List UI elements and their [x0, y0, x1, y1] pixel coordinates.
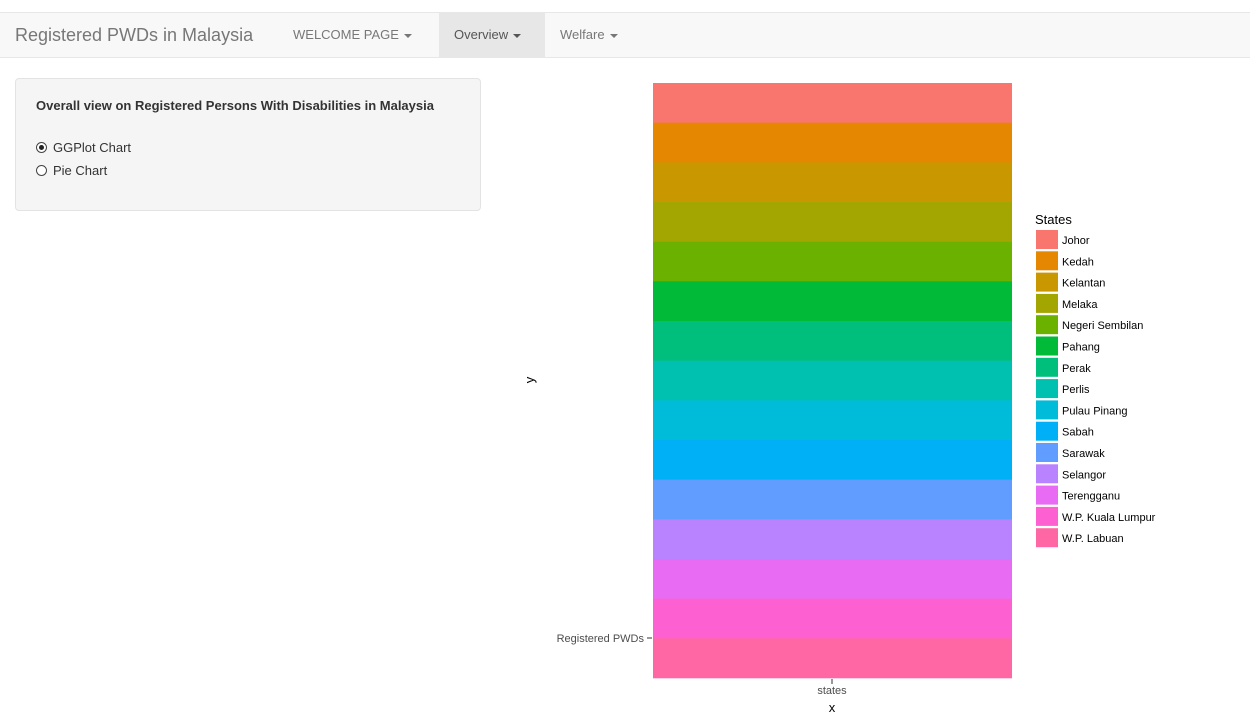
- legend-label-8: Pulau Pinang: [1062, 405, 1127, 417]
- bar-segment-9: [653, 440, 1012, 480]
- x-axis-title: x: [829, 700, 836, 714]
- bar-segment-5: [653, 281, 1012, 322]
- bar-segment-10: [653, 479, 1012, 520]
- legend-key-9: [1036, 421, 1058, 441]
- legend-label-4: Negeri Sembilan: [1062, 320, 1143, 332]
- legend-key-2: [1036, 272, 1058, 292]
- legend-key-5: [1036, 336, 1058, 356]
- legend-key-12: [1036, 485, 1058, 505]
- legend-label-10: Sarawak: [1062, 448, 1105, 460]
- chart-bars: [653, 83, 1012, 679]
- legend-key-0: [1036, 230, 1058, 249]
- bar-segment-4: [653, 241, 1012, 282]
- legend-label-5: Pahang: [1062, 342, 1100, 354]
- bar-segment-7: [653, 360, 1012, 401]
- legend-key-7: [1036, 379, 1058, 399]
- stacked-bar-chart: Registered PWDs states x y States Johor K…: [522, 83, 1156, 714]
- y-axis-title: y: [522, 376, 537, 383]
- legend-key-6: [1036, 357, 1058, 377]
- bar-segment-2: [653, 162, 1012, 203]
- x-tick-label: states: [817, 685, 847, 697]
- legend-key-11: [1036, 464, 1058, 484]
- legend-label-14: W.P. Labuan: [1062, 533, 1124, 545]
- legend-label-2: Kelantan: [1062, 278, 1105, 290]
- legend-key-10: [1036, 443, 1058, 462]
- bar-segment-12: [653, 559, 1012, 599]
- legend-label-1: Kedah: [1062, 256, 1094, 268]
- legend-label-12: Terengganu: [1062, 491, 1120, 503]
- legend-label-13: W.P. Kuala Lumpur: [1062, 512, 1156, 524]
- legend-key-1: [1036, 251, 1058, 271]
- bar-segment-6: [653, 321, 1012, 361]
- bar-segment-13: [653, 598, 1012, 639]
- bar-segment-3: [653, 202, 1012, 242]
- legend-label-7: Perlis: [1062, 384, 1090, 396]
- bar-segment-14: [653, 638, 1012, 679]
- legend-label-0: Johor: [1062, 235, 1090, 247]
- legend-label-11: Selangor: [1062, 469, 1106, 481]
- y-tick-label: Registered PWDs: [557, 633, 645, 645]
- legend-key-4: [1036, 315, 1058, 335]
- legend-label-9: Sabah: [1062, 427, 1094, 439]
- legend-key-13: [1036, 506, 1058, 526]
- bar-segment-1: [653, 122, 1012, 163]
- legend-key-8: [1036, 400, 1058, 420]
- legend-label-3: Melaka: [1062, 299, 1098, 311]
- bar-segment-8: [653, 400, 1012, 441]
- bar-segment-11: [653, 519, 1012, 560]
- legend-title: States: [1035, 212, 1072, 227]
- bar-segment-0: [653, 83, 1012, 123]
- legend-key-14: [1036, 528, 1058, 548]
- legend: Johor Kedah Kelantan Melaka Negeri Sembilan P…: [1036, 230, 1156, 548]
- legend-label-6: Perak: [1062, 363, 1091, 375]
- legend-key-3: [1036, 293, 1058, 313]
